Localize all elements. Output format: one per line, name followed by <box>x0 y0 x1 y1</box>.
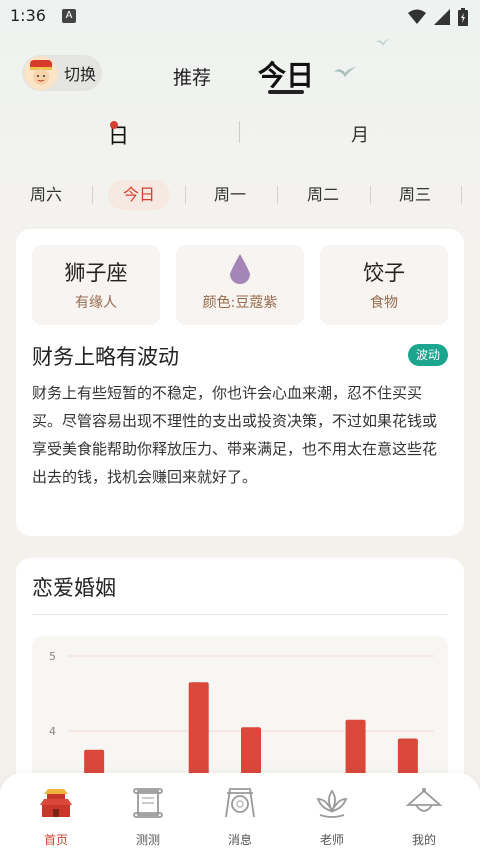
nav-home[interactable]: 首页 <box>26 785 86 848</box>
week-tab-wed[interactable]: 周三 <box>387 180 443 210</box>
week-separator <box>461 186 462 204</box>
week-separator <box>277 186 278 204</box>
nav-teacher-label: 老师 <box>319 833 344 847</box>
week-tab-sat[interactable]: 周六 <box>18 180 74 210</box>
week-tab-mon[interactable]: 周一 <box>202 180 258 210</box>
gong-icon <box>225 788 255 818</box>
tab-today-underline <box>268 90 304 94</box>
tab-recommend[interactable]: 推荐 <box>173 63 211 90</box>
battery-icon <box>458 8 468 26</box>
nav-teacher[interactable]: 老师 <box>302 785 362 848</box>
hat-icon <box>405 788 443 812</box>
love-title: 恋爱婚姻 <box>32 576 116 600</box>
switch-label: 切换 <box>64 65 97 84</box>
lotus-icon <box>316 789 348 818</box>
status-time: 1:36 <box>10 6 46 25</box>
week-tabs: 周六 今日 周一 周二 周三 <box>0 180 480 212</box>
status-icons <box>408 8 468 26</box>
status-bar: 1:36 A <box>0 0 480 34</box>
status-indicator-icon: A <box>62 9 76 23</box>
bird-icon <box>334 67 356 77</box>
bird-icon <box>376 38 390 46</box>
wifi-icon <box>408 9 426 24</box>
palace-icon <box>40 789 72 817</box>
nav-messages[interactable]: 消息 <box>210 785 270 848</box>
lucky-food-sub: 食物 <box>370 295 398 311</box>
lucky-person-title: 狮子座 <box>64 261 128 285</box>
switch-button[interactable]: 切换 <box>22 55 102 91</box>
emperor-avatar-icon <box>24 56 58 90</box>
drop-icon <box>230 254 250 284</box>
tab-today[interactable]: 今日 <box>258 54 314 94</box>
week-separator <box>370 186 371 204</box>
lucky-person-sub: 有缘人 <box>75 295 117 311</box>
nav-messages-label: 消息 <box>227 833 252 847</box>
signal-icon <box>434 9 450 25</box>
bottom-nav: 首页 测测 消息 老师 我的 <box>0 773 480 853</box>
fortune-card: 狮子座 有缘人 颜色:豆蔻紫 饺子 食物 财务上略有波动 波动 财务上有些短暂的… <box>16 229 464 536</box>
lucky-color-sub: 颜色:豆蔻紫 <box>202 295 278 311</box>
nav-profile[interactable]: 我的 <box>394 785 454 848</box>
avatar <box>24 56 58 90</box>
fortune-title: 财务上略有波动 <box>32 345 179 369</box>
nav-profile-label: 我的 <box>411 833 436 847</box>
lucky-food-tile: 饺子 食物 <box>320 245 448 325</box>
nav-home-label: 首页 <box>43 833 68 847</box>
y-tick-label: 4 <box>49 725 56 738</box>
toggle-month[interactable]: 月 <box>351 121 369 147</box>
fortune-text: 财务上有些短暂的不稳定，你也许会心血来潮，忍不住买买买。尽管容易出现不理性的支出… <box>32 384 438 486</box>
nav-test[interactable]: 测测 <box>118 785 178 848</box>
week-separator <box>92 186 93 204</box>
status-badge: 波动 <box>408 344 448 366</box>
lucky-food-title: 饺子 <box>363 261 405 285</box>
scroll-icon <box>133 788 163 818</box>
lucky-color-tile: 颜色:豆蔻紫 <box>176 245 304 325</box>
lucky-person-tile: 狮子座 有缘人 <box>32 245 160 325</box>
week-tab-today[interactable]: 今日 <box>108 180 170 210</box>
week-tab-tue[interactable]: 周二 <box>295 180 351 210</box>
y-tick-label: 5 <box>49 650 56 663</box>
divider <box>32 614 448 615</box>
nav-test-label: 测测 <box>135 833 160 847</box>
week-separator <box>185 186 186 204</box>
toggle-divider <box>239 121 240 143</box>
active-dot <box>110 121 118 129</box>
